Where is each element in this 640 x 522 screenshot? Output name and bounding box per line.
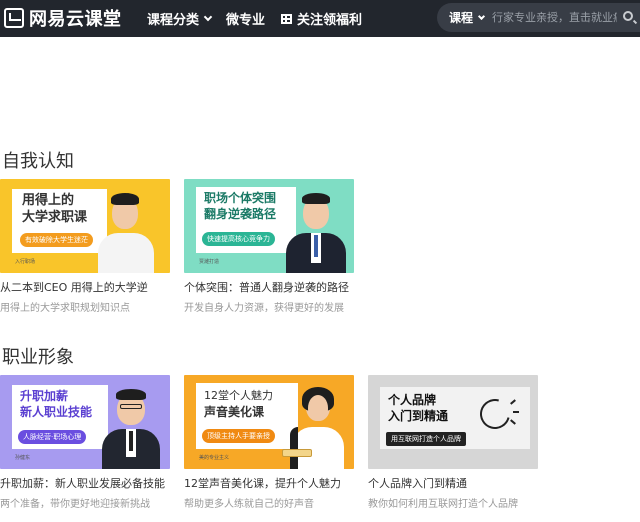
thumbnail-pill: 顶级主持人手要亲授 <box>202 429 275 443</box>
course-thumbnail[interactable]: 升职加薪 新人职业技能 人脉经营·职场心理 孙健东 <box>0 375 170 469</box>
course-title[interactable]: 从二本到CEO 用得上的大学逆 <box>0 279 170 295</box>
logo-text: 网易云课堂 <box>29 9 122 30</box>
section-title-professional-image: 职业形象 <box>2 347 74 368</box>
course-card[interactable]: 职场个体突围 翻身逆袭路径 快速提高核心竞争力 贾潍打造 个体突围：普通人翻身逆… <box>184 179 354 314</box>
course-description: 用得上的大学求职规划知识点 <box>0 303 130 314</box>
course-card[interactable]: 用得上的 大学求职课 有效破除大学生迷茫 入行职场 从二本到CEO 用得上的大学… <box>0 179 170 314</box>
search-type-label: 课程 <box>449 11 474 25</box>
course-description: 教你如何利用互联网打造个人品牌 <box>368 499 518 510</box>
thumbnail-tag: 美的专业主义 <box>199 455 230 461</box>
gift-icon <box>281 13 292 24</box>
course-title[interactable]: 个人品牌入门到精通 <box>368 475 538 491</box>
course-description: 开发自身人力资源，获得更好的发展 <box>184 303 344 314</box>
nav-micro-major-label: 微专业 <box>226 13 266 28</box>
instructor-photo <box>284 183 348 273</box>
thumbnail-pill: 人脉经营·职场心理 <box>18 430 87 444</box>
course-title[interactable]: 升职加薪：新人职业发展必备技能 <box>0 475 170 491</box>
thumbnail-pill: 用互联网打造个人品牌 <box>386 432 466 446</box>
search-icon[interactable] <box>623 11 633 21</box>
course-thumbnail[interactable]: 12堂个人魅力 声音美化课 顶级主持人手要亲授 美的专业主义 <box>184 375 354 469</box>
course-title[interactable]: 个体突围：普通人翻身逆袭的路径 <box>184 279 354 295</box>
nav-follow-benefits[interactable]: 关注领福利 <box>281 0 362 37</box>
top-nav-bar: 网易云课堂 课程分类 微专业 关注领福利 课程 <box>0 0 640 37</box>
search-type-dropdown[interactable]: 课程 <box>449 9 486 26</box>
course-card[interactable]: 12堂个人魅力 声音美化课 顶级主持人手要亲授 美的专业主义 12堂声音美化课，… <box>184 375 354 510</box>
search-input[interactable] <box>492 7 618 28</box>
chevron-down-icon <box>477 12 486 20</box>
instructor-photo <box>100 379 162 469</box>
course-title[interactable]: 12堂声音美化课，提升个人魅力 <box>184 475 354 491</box>
logo[interactable]: 网易云课堂 <box>4 5 122 31</box>
instructor-photo <box>96 185 156 273</box>
nav-course-category-label: 课程分类 <box>147 13 200 28</box>
nav-course-category[interactable]: 课程分类 <box>147 0 213 37</box>
course-description: 两个准备，带你更好地迎接新挑战 <box>0 499 150 510</box>
thumbnail-title-line2: 新人职业技能 <box>20 405 93 419</box>
thumbnail-title-line2: 入门到精通 <box>388 409 449 423</box>
thumbnail-pill: 有效破除大学生迷茫 <box>20 233 93 247</box>
thumbnail-tag: 入行职场 <box>15 259 36 265</box>
search-box: 课程 <box>437 3 640 32</box>
course-card[interactable]: 升职加薪 新人职业技能 人脉经营·职场心理 孙健东 升职加薪：新人职业发展必备技… <box>0 375 170 510</box>
thumbnail-tag: 贾潍打造 <box>199 259 220 265</box>
thumbnail-title-line1: 升职加薪 <box>20 389 69 403</box>
thumbnail-title-line2: 翻身逆袭路径 <box>204 207 277 221</box>
lightbulb-ray <box>513 411 519 413</box>
thumbnail-pill: 快速提高核心竞争力 <box>202 232 275 246</box>
course-card[interactable]: 个人品牌 入门到精通 用互联网打造个人品牌 个人品牌入门到精通 教你如何利用互联… <box>368 375 538 510</box>
thumbnail-title-line2: 大学求职课 <box>22 210 88 225</box>
chevron-down-icon <box>203 12 213 21</box>
course-thumbnail[interactable]: 个人品牌 入门到精通 用互联网打造个人品牌 <box>368 375 538 469</box>
thumbnail-title-line1: 个人品牌 <box>388 393 437 407</box>
thumbnail-title-line2: 声音美化课 <box>204 405 265 419</box>
nav-follow-benefits-label: 关注领福利 <box>297 13 363 28</box>
nav-micro-major[interactable]: 微专业 <box>226 0 265 37</box>
thumbnail-title-line1: 用得上的 <box>22 193 75 208</box>
course-thumbnail[interactable]: 职场个体突围 翻身逆袭路径 快速提高核心竞争力 贾潍打造 <box>184 179 354 273</box>
thumbnail-tag: 孙健东 <box>15 455 31 461</box>
section-title-self-awareness: 自我认知 <box>2 151 74 172</box>
thumbnail-title-line1: 职场个体突围 <box>204 191 277 205</box>
instructor-photo <box>282 379 348 469</box>
course-thumbnail[interactable]: 用得上的 大学求职课 有效破除大学生迷茫 入行职场 <box>0 179 170 273</box>
logo-icon <box>4 8 24 28</box>
thumbnail-title-line1: 12堂个人魅力 <box>204 389 273 402</box>
course-description: 帮助更多人练就自己的好声音 <box>184 499 314 510</box>
